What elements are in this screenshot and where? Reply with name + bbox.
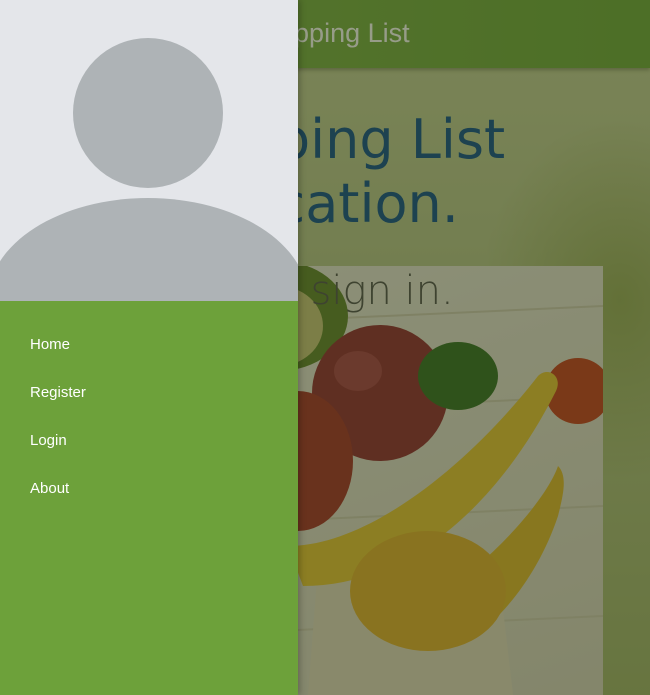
navigation-drawer: Home Register Login About [0, 0, 298, 695]
drawer-item-login[interactable]: Login [0, 417, 298, 465]
app-root: Shopping List Shopping List Application. [0, 0, 650, 695]
drawer-menu: Home Register Login About [0, 321, 298, 513]
person-placeholder-icon [0, 0, 298, 301]
drawer-item-register[interactable]: Register [0, 369, 298, 417]
drawer-item-about[interactable]: About [0, 465, 298, 513]
avatar-svg [0, 38, 298, 301]
drawer-item-home[interactable]: Home [0, 321, 298, 369]
drawer-header [0, 0, 298, 301]
